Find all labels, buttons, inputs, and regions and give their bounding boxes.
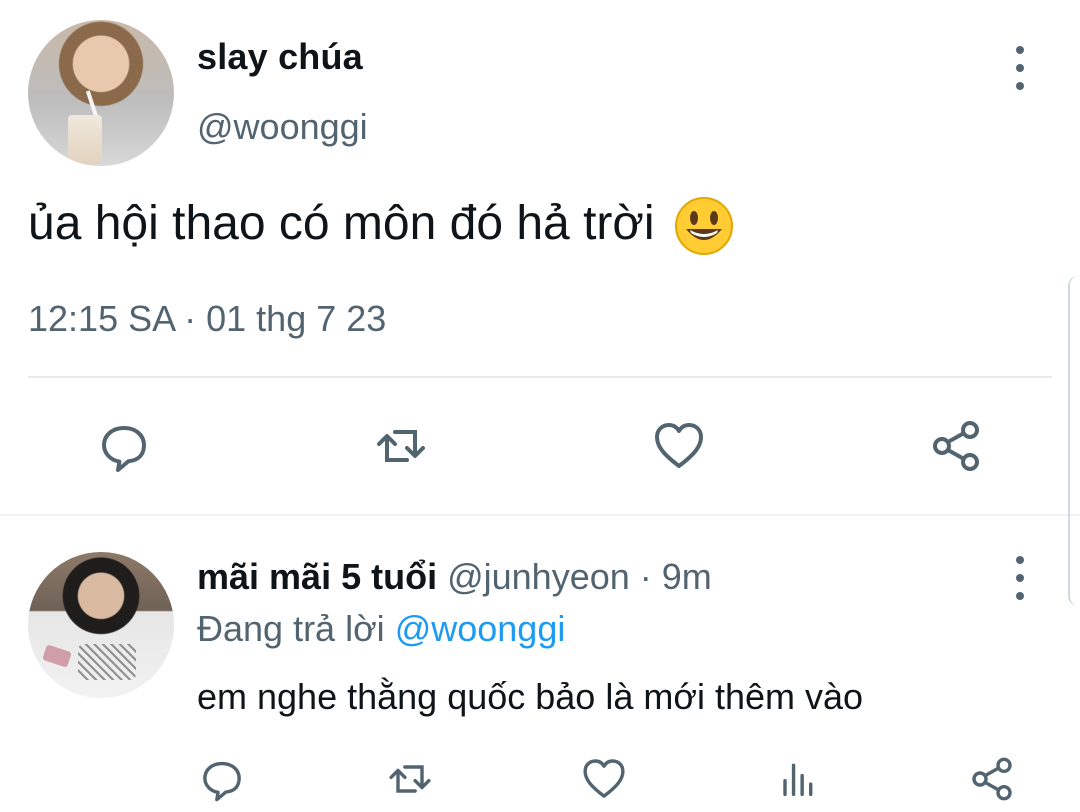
avatar-phone: [42, 644, 72, 668]
comment-icon: [203, 761, 241, 802]
reply-share-button[interactable]: [967, 754, 1017, 804]
tweet-actions: [28, 400, 1052, 490]
reply-analytics-button[interactable]: [772, 754, 822, 804]
retweet-icon: [377, 430, 425, 462]
tweet-author-handle[interactable]: @woonggi: [197, 106, 368, 148]
share-button[interactable]: [928, 418, 984, 474]
divider: [0, 514, 1080, 516]
reply-like-button[interactable]: [579, 754, 629, 804]
divider: [28, 376, 1052, 378]
more-vertical-icon: [1003, 46, 1037, 90]
avatar-hoodie-print: [78, 644, 136, 680]
replying-mention-link[interactable]: @woonggi: [395, 608, 566, 649]
reply-reply-button[interactable]: [197, 754, 247, 804]
reply-actions: [197, 748, 1027, 812]
reply-header: mãi mãi 5 tuổi @junhyeon · 9m: [197, 556, 712, 598]
replying-prefix: Đang trả lời: [197, 608, 385, 649]
scrollbar[interactable]: [1068, 276, 1080, 606]
reply-avatar[interactable]: [28, 552, 174, 698]
reply-more-options-button[interactable]: [1003, 556, 1037, 600]
reply-author-meta[interactable]: @junhyeon · 9m: [447, 556, 712, 597]
tweet-author-name[interactable]: slay chúa: [197, 36, 363, 78]
reply-author-name[interactable]: mãi mãi 5 tuổi: [197, 556, 437, 597]
more-options-button[interactable]: [1003, 46, 1037, 90]
replying-to: Đang trả lời @woonggi: [197, 608, 565, 650]
grinning-face-emoji: [674, 196, 734, 256]
reply-retweet-button[interactable]: [385, 754, 435, 804]
analytics-icon: [783, 763, 813, 797]
share-icon: [933, 421, 979, 471]
retweet-button[interactable]: [373, 418, 429, 474]
avatar[interactable]: [28, 20, 174, 166]
reply-button[interactable]: [96, 418, 152, 474]
heart-icon: [655, 423, 703, 468]
comment-icon: [102, 426, 146, 472]
tweet-text: ủa hội thao có môn đó hả trời: [28, 196, 734, 256]
share-icon: [972, 757, 1012, 801]
reply-text: em nghe thằng quốc bảo là mới thêm vào: [197, 676, 864, 717]
like-button[interactable]: [651, 418, 707, 474]
heart-icon: [583, 759, 625, 798]
tweet-timestamp[interactable]: 12:15 SA · 01 thg 7 23: [28, 298, 386, 340]
tweet-body: ủa hội thao có môn đó hả trời: [28, 197, 655, 250]
more-vertical-icon: [1003, 556, 1037, 600]
avatar-cup: [68, 115, 102, 165]
retweet-icon: [389, 765, 431, 793]
